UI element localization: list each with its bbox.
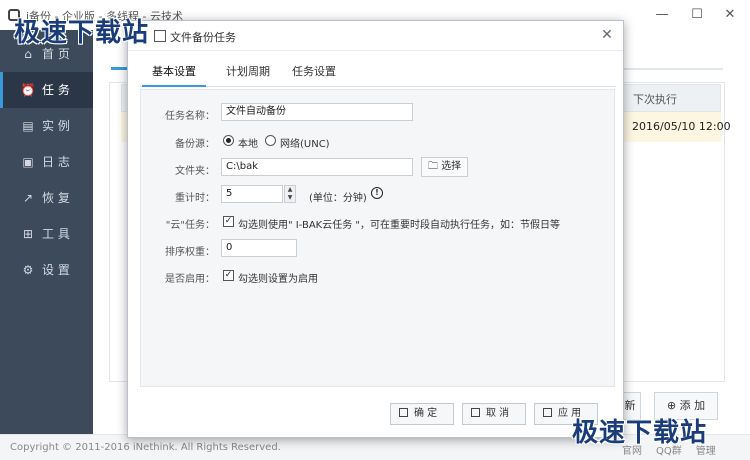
folder-path-input[interactable]: C:\bak (221, 158, 413, 176)
cancel-button[interactable]: 取 消 (462, 403, 526, 425)
timer-label: 重计时： (175, 193, 215, 204)
watermark-bottom: 极速下载站 (572, 418, 708, 448)
browse-folder-button[interactable]: 🗀 选择 (421, 157, 469, 177)
maximize-icon[interactable]: ☐ (685, 6, 709, 24)
sidebar-item-label: 日 志 (42, 155, 70, 169)
apply-icon (543, 408, 552, 417)
stepper-up-icon[interactable]: ▲ (285, 186, 295, 194)
stepper-down-icon[interactable]: ▼ (285, 194, 295, 202)
folder-label: 文件夹： (175, 166, 215, 177)
sidebar-item-logs[interactable]: ▣ 日 志 (0, 144, 93, 180)
sidebar-item-instances[interactable]: ▤ 实 例 (0, 108, 93, 144)
dialog-form: 任务名称： 文件自动备份 备份源： 本地 网络(UNC) 文件夹： C:\bak… (140, 89, 615, 387)
task-window-icon (154, 30, 166, 42)
restore-icon: ↗ (22, 191, 34, 205)
cloud-task-label: "云"任务： (165, 220, 215, 231)
timer-unit: (单位：分钟) (309, 193, 367, 204)
table-cell-next-run: 2016/05/10 12:00 (632, 120, 731, 133)
task-name-input[interactable]: 文件自动备份 (221, 103, 413, 121)
sidebar-item-label: 任 务 (42, 83, 70, 97)
cloud-task-checkbox[interactable]: ✓ (223, 216, 234, 227)
dialog-title: 文件备份任务 (170, 31, 236, 44)
dialog-titlebar: 文件备份任务 ✕ (128, 21, 623, 51)
priority-input[interactable]: 0 (221, 239, 297, 257)
folder-icon: 🗀 (428, 161, 438, 172)
sidebar-item-restore[interactable]: ↗ 恢 复 (0, 180, 93, 216)
ok-icon (399, 408, 408, 417)
radio-network-unc[interactable] (265, 135, 276, 146)
gear-icon: ⚙ (22, 263, 34, 277)
radio-local[interactable] (223, 135, 234, 146)
alarm-clock-icon: ⏰ (20, 83, 36, 97)
tab-task-settings[interactable]: 任务设置 (282, 57, 346, 87)
sidebar-item-tasks[interactable]: ⏰ 任 务 (0, 72, 93, 108)
tab-schedule[interactable]: 计划周期 (216, 57, 280, 87)
timer-stepper[interactable]: ▲ ▼ (284, 185, 296, 203)
dialog-footer: 确 定 取 消 应 用 (128, 389, 623, 437)
watermark-top: 极速下载站 (14, 18, 150, 48)
enabled-label: 是否启用： (165, 274, 215, 285)
column-header-next-run: 下次执行 (633, 93, 677, 106)
sidebar-item-label: 设 置 (42, 263, 70, 277)
sidebar-item-label: 实 例 (42, 119, 70, 133)
copyright: Copyright © 2011-2016 iNethink. All Righ… (10, 442, 281, 453)
add-task-label: 添 加 (679, 399, 706, 412)
sidebar: ⌂ 首 页 ⏰ 任 务 ▤ 实 例 ▣ 日 志 ↗ 恢 复 ⊞ 工 具 ⚙ 设 置 (0, 30, 93, 434)
tab-basic-settings[interactable]: 基本设置 (142, 57, 206, 87)
priority-label: 排序权重： (165, 247, 215, 258)
enabled-checkbox[interactable]: ✓ (223, 270, 234, 281)
ok-label: 确 定 (414, 408, 438, 419)
database-icon: ▤ (22, 119, 34, 133)
cancel-icon (471, 408, 480, 417)
plus-circle-icon: ⊕ (666, 399, 677, 412)
sidebar-item-label: 首 页 (42, 47, 70, 61)
task-name-label: 任务名称： (165, 111, 215, 122)
dialog-tabs: 基本设置 计划周期 任务设置 (140, 57, 616, 87)
log-icon: ▣ (22, 155, 34, 169)
browse-folder-label: 选择 (441, 161, 462, 172)
tools-icon: ⊞ (22, 227, 34, 241)
ok-button[interactable]: 确 定 (390, 403, 454, 425)
radio-local-label: 本地 (238, 139, 258, 150)
cancel-label: 取 消 (486, 408, 510, 419)
sidebar-item-tools[interactable]: ⊞ 工 具 (0, 216, 93, 252)
info-icon[interactable]: ! (371, 187, 383, 199)
timer-input[interactable]: 5 (221, 185, 283, 203)
cloud-task-text: 勾选则使用" I-BAK云任务 "，可在重要时段自动执行任务，如：节假日等 (238, 220, 561, 231)
sidebar-item-label: 工 具 (42, 227, 70, 241)
sidebar-item-label: 恢 复 (42, 191, 70, 205)
radio-network-label: 网络(UNC) (280, 139, 330, 150)
enabled-text: 勾选则设置为启用 (238, 274, 318, 285)
sidebar-item-settings[interactable]: ⚙ 设 置 (0, 252, 93, 288)
minimize-icon[interactable]: — (650, 6, 674, 24)
dialog-close-icon[interactable]: ✕ (599, 26, 615, 44)
close-icon[interactable]: ✕ (718, 6, 742, 24)
backup-source-label: 备份源： (175, 139, 215, 150)
file-backup-task-dialog: 文件备份任务 ✕ 基本设置 计划周期 任务设置 任务名称： 文件自动备份 备份源… (127, 20, 624, 438)
